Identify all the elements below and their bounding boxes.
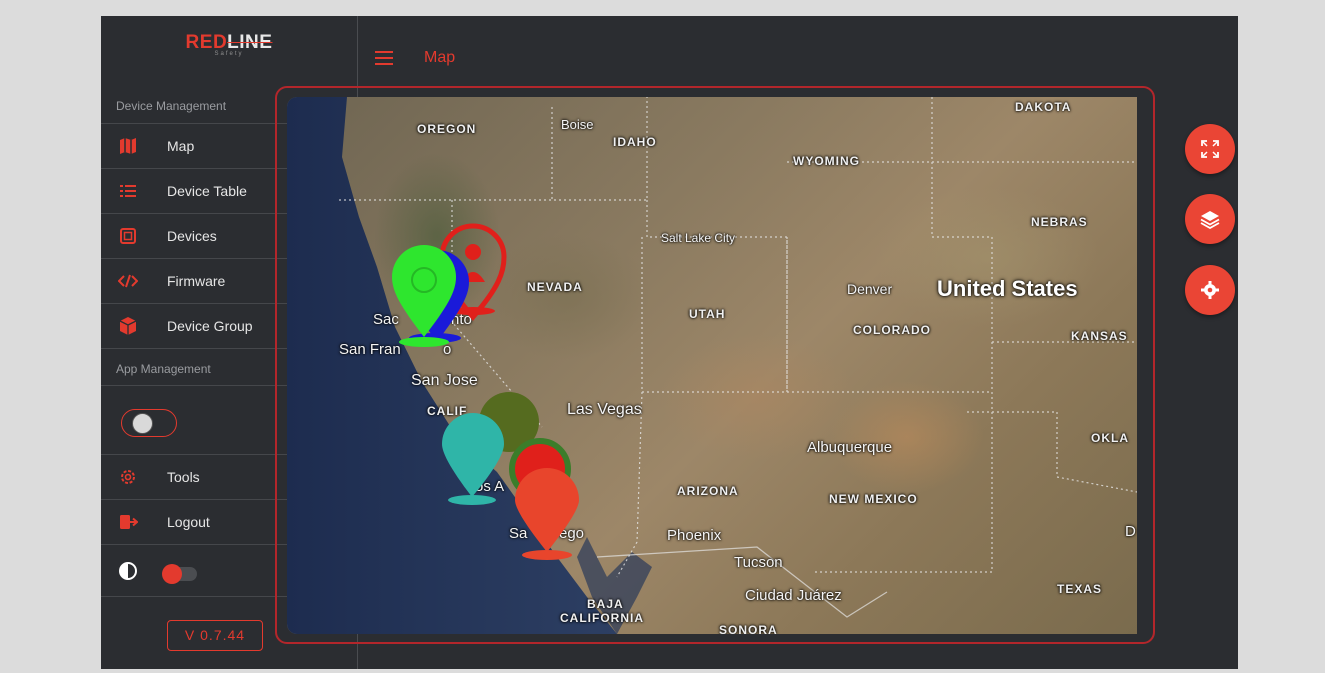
page-title: Map [424, 49, 456, 66]
fullscreen-icon [1201, 140, 1219, 158]
device-marker[interactable] [515, 468, 579, 560]
cube-icon [119, 317, 137, 335]
map-icon [120, 138, 136, 154]
device-marker[interactable] [392, 245, 456, 347]
theme-toggle[interactable] [162, 564, 197, 584]
sidebar-item-label: Tools [167, 469, 200, 485]
device-icon [132, 413, 153, 434]
list-icon [120, 185, 136, 197]
sidebar-item-label: Devices [167, 228, 217, 244]
map-canvas[interactable]: OREGON Boise IDAHO WYOMING DAKOTA NEBRAS… [287, 97, 1137, 634]
layers-icon [1200, 211, 1220, 229]
sidebar-item-label: Device Group [167, 318, 253, 334]
sidebar-item-label: Firmware [167, 273, 226, 289]
code-icon [118, 274, 138, 288]
section-app-management: App Management [116, 362, 211, 376]
logo-red: RED [185, 32, 228, 53]
sidebar-item-label: Device Table [167, 183, 247, 199]
marker-layer [392, 223, 579, 560]
chip-icon [120, 228, 136, 244]
device-toggle-button[interactable] [121, 409, 177, 437]
map-settings-button[interactable] [1185, 265, 1235, 315]
menu-icon[interactable] [375, 51, 393, 65]
sidebar-item-label: Map [167, 138, 195, 154]
version-badge: V 0.7.44 [167, 620, 263, 651]
layers-button[interactable] [1185, 194, 1235, 244]
logout-icon [120, 515, 138, 529]
brand-logo: REDLINE Safety [101, 32, 357, 72]
section-device-management: Device Management [116, 99, 227, 113]
settings-icon [1201, 281, 1219, 299]
logo-line: LINE [227, 32, 273, 53]
fullscreen-button[interactable] [1185, 124, 1235, 174]
device-marker[interactable] [442, 413, 504, 505]
contrast-icon [119, 561, 137, 580]
toggle-knob [162, 564, 182, 584]
logo-subtitle: Safety [214, 51, 244, 57]
gear-icon [121, 470, 135, 484]
sidebar-item-label: Logout [167, 514, 210, 530]
